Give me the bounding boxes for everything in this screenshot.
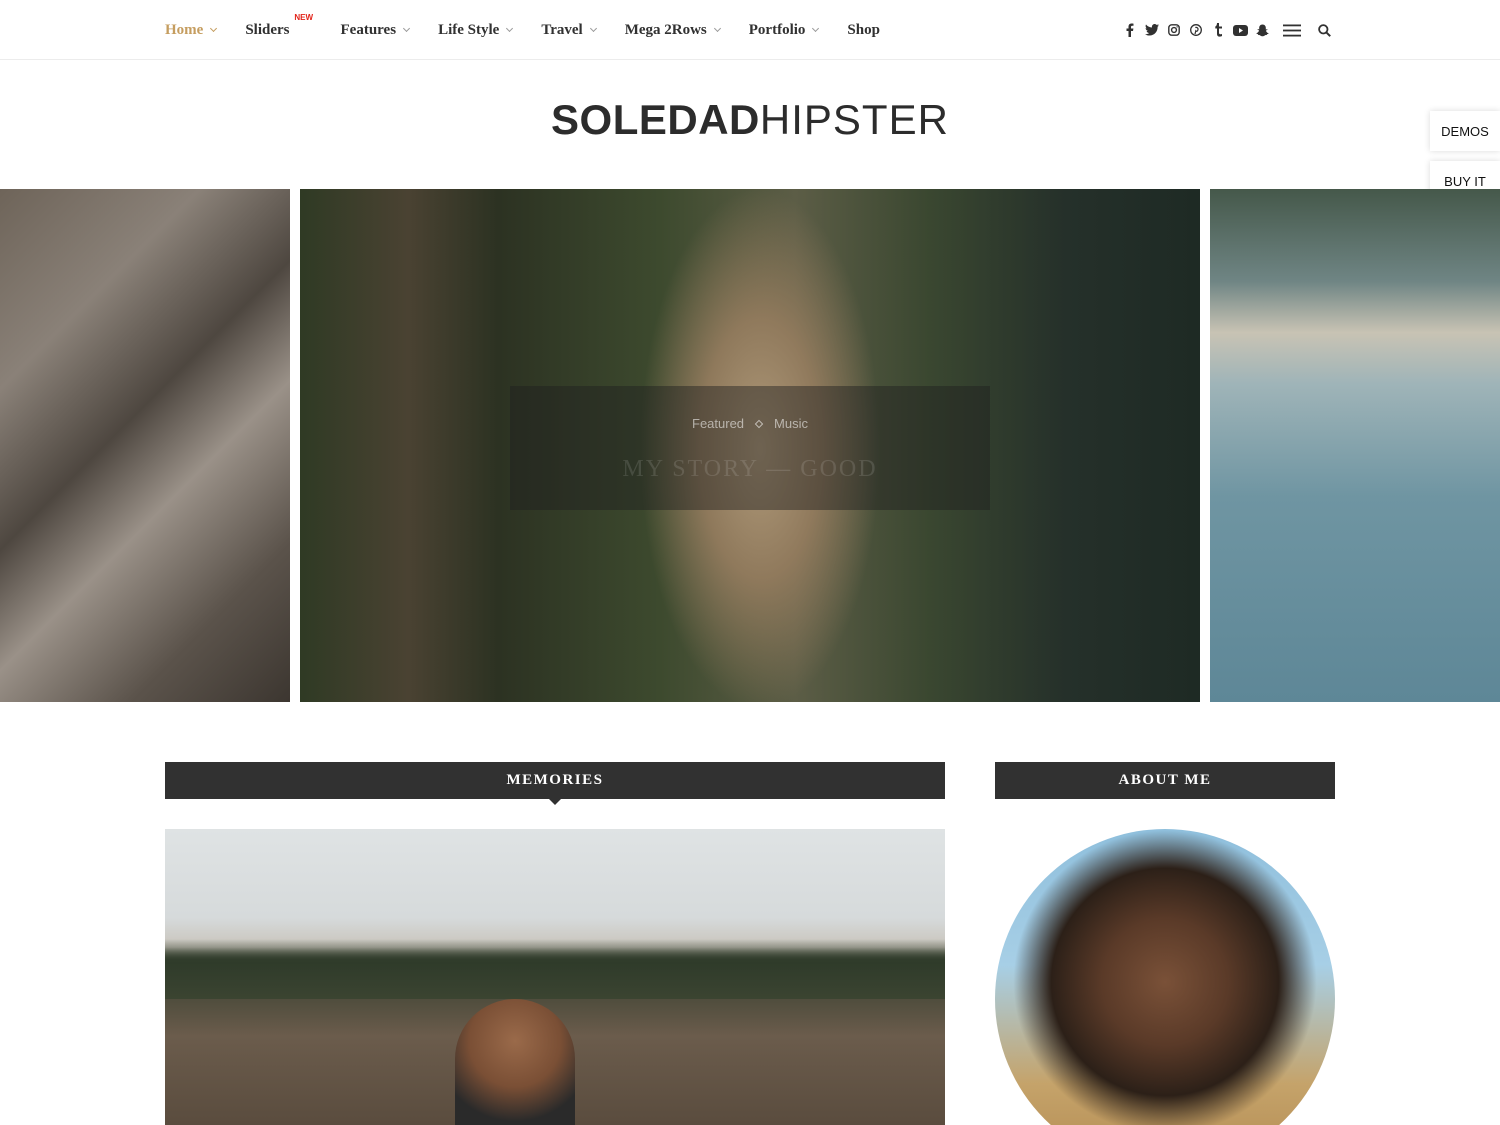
nav-item-label: Sliders: [245, 21, 290, 38]
youtube-icon[interactable]: [1229, 19, 1251, 41]
twitter-icon[interactable]: [1141, 19, 1163, 41]
instagram-icon[interactable]: [1163, 19, 1185, 41]
section-title: MEMORIES: [506, 772, 604, 788]
nav-item-shop[interactable]: Shop: [847, 22, 880, 39]
chevron-down-icon: [403, 24, 411, 33]
nav-item-label: Shop: [847, 21, 880, 38]
pinterest-icon[interactable]: [1185, 19, 1207, 41]
chevron-down-icon: [210, 24, 218, 33]
top-navigation-bar: Home Sliders NEW Features Life Style Tra…: [0, 0, 1500, 60]
nav-item-life-style[interactable]: Life Style: [438, 21, 514, 39]
chevron-down-icon: [589, 24, 597, 33]
category-separator: [754, 419, 764, 428]
demos-button[interactable]: DEMOS: [1430, 111, 1500, 151]
category-link-music[interactable]: Music: [774, 416, 808, 431]
nav-item-label: Home: [165, 21, 204, 38]
nav-item-portfolio[interactable]: Portfolio: [748, 21, 820, 39]
nav-item-label: Portfolio: [748, 21, 806, 38]
nav-item-features[interactable]: Features: [340, 21, 411, 39]
nav-item-travel[interactable]: Travel: [541, 21, 597, 39]
slider-image-previous[interactable]: [0, 189, 290, 702]
logo-part-1: SOLEDAD: [551, 96, 760, 143]
tumblr-icon[interactable]: [1207, 19, 1229, 41]
site-logo[interactable]: SOLEDADHIPSTER: [0, 96, 1500, 144]
heading-arrow: [549, 799, 561, 805]
nav-item-mega-2rows[interactable]: Mega 2Rows: [624, 21, 721, 39]
slider-post-title[interactable]: My Story — Good: [510, 456, 990, 483]
memories-heading: MEMORIES: [165, 762, 945, 805]
category-link-featured[interactable]: Featured: [692, 416, 744, 431]
nav-item-home[interactable]: Home: [165, 21, 218, 39]
nav-item-label: Life Style: [438, 21, 500, 38]
hamburger-icon[interactable]: [1281, 19, 1303, 41]
chevron-down-icon: [713, 24, 721, 33]
snapchat-icon[interactable]: [1251, 19, 1273, 41]
nav-item-label: Features: [340, 21, 397, 38]
section-title: ABOUT ME: [1118, 772, 1212, 788]
image-treeline: [165, 939, 945, 999]
nav-item-label: Travel: [541, 21, 583, 38]
main-menu: Home Sliders NEW Features Life Style Tra…: [165, 0, 909, 60]
new-badge: NEW: [294, 12, 313, 22]
about-me-avatar: [995, 829, 1335, 1125]
slider-categories: Featured Music: [510, 416, 990, 431]
facebook-icon[interactable]: [1119, 19, 1141, 41]
chevron-down-icon: [812, 24, 820, 33]
social-icons: [1119, 0, 1335, 60]
search-icon[interactable]: [1313, 19, 1335, 41]
about-me-heading: ABOUT ME: [995, 762, 1335, 799]
slider-image-next[interactable]: [1210, 189, 1500, 702]
image-person: [455, 999, 575, 1125]
post-featured-image[interactable]: [165, 829, 945, 1125]
nav-item-label: Mega 2Rows: [624, 21, 707, 38]
slider-caption: Featured Music My Story — Good: [510, 386, 990, 510]
logo-part-2: HIPSTER: [759, 96, 949, 143]
chevron-down-icon: [506, 24, 514, 33]
nav-item-sliders[interactable]: Sliders NEW: [245, 13, 313, 39]
